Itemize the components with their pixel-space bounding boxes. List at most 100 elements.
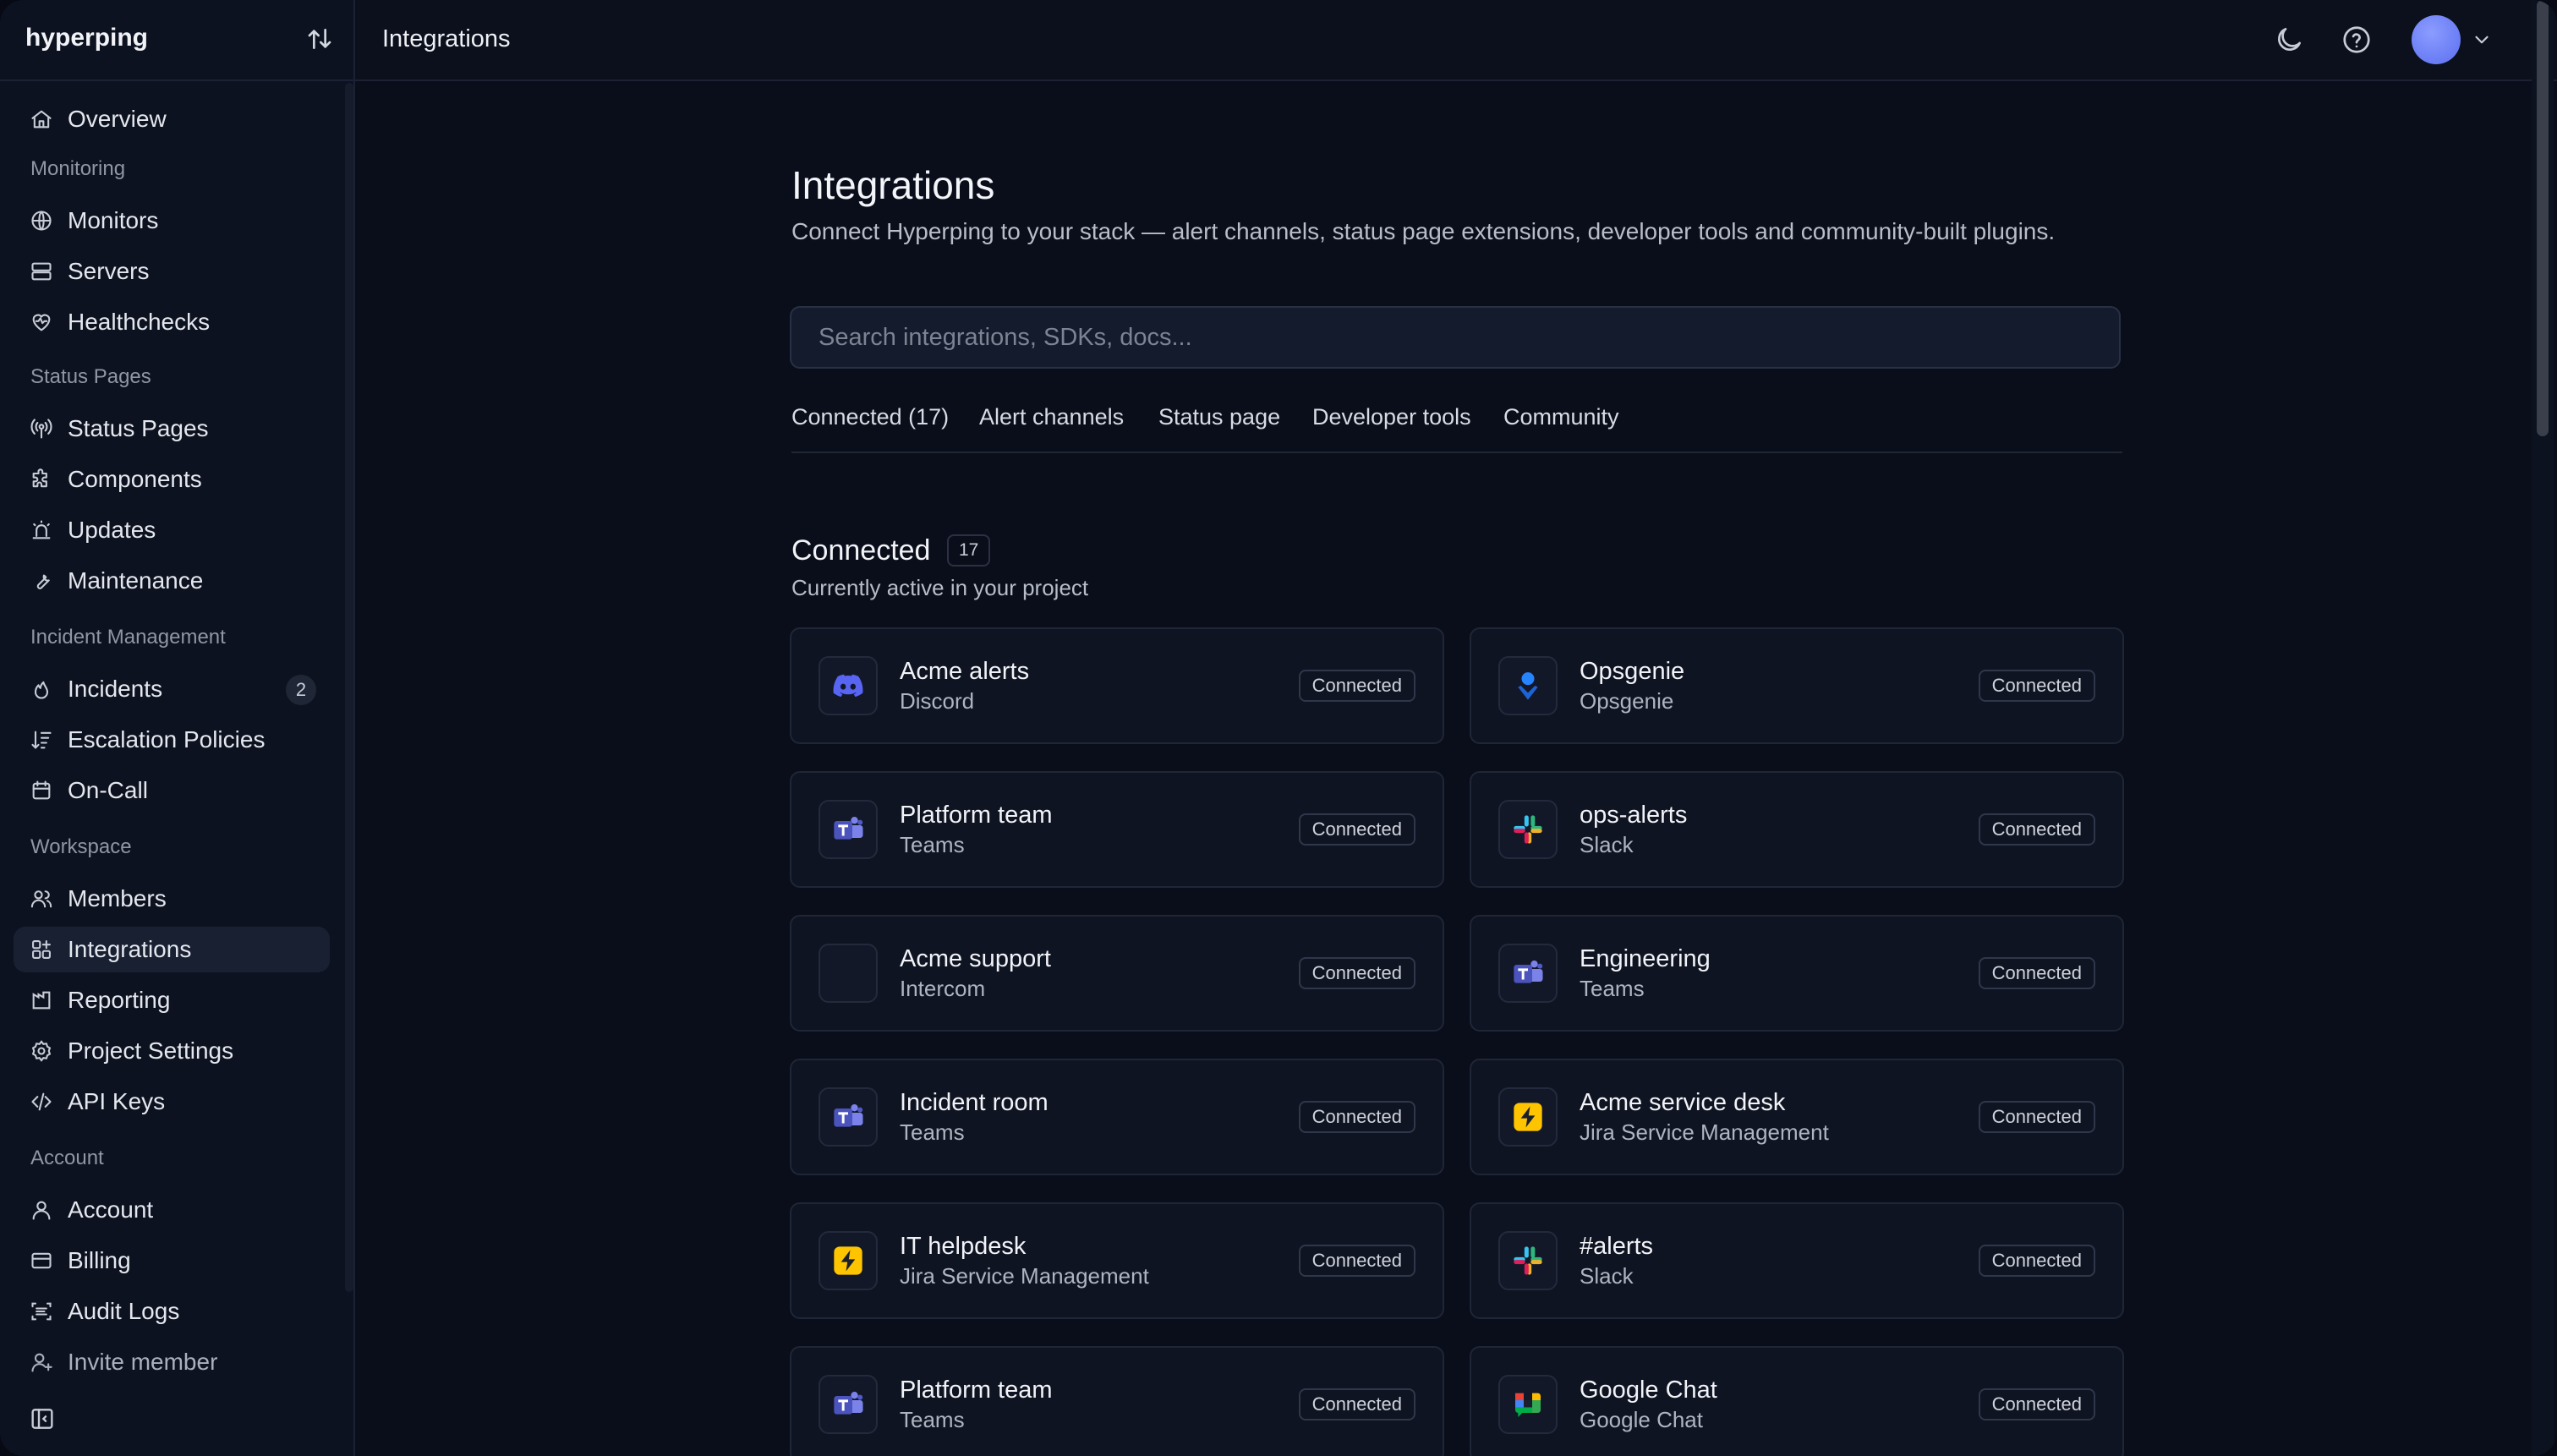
integration-service: Teams xyxy=(900,832,965,857)
integration-name: Opsgenie xyxy=(1580,658,1685,685)
heart-pulse-icon xyxy=(29,309,54,335)
collapse-sidebar-icon[interactable] xyxy=(29,1405,56,1432)
sidebar-item-audit-logs[interactable]: Audit Logs xyxy=(14,1289,330,1334)
tab-community[interactable]: Community xyxy=(1503,404,1619,430)
sidebar-item-label: Members xyxy=(68,885,167,911)
tab-connected[interactable]: Connected (17) xyxy=(791,404,949,430)
discord-icon xyxy=(819,656,878,715)
integration-service: Slack xyxy=(1580,832,1634,857)
sidebar-item-label: Account xyxy=(68,1196,154,1223)
incidents-count-badge: 2 xyxy=(286,675,316,705)
sidebar-item-label: Integrations xyxy=(68,936,192,962)
integration-name: ops-alerts xyxy=(1580,802,1688,829)
section-count-badge: 17 xyxy=(947,534,991,567)
user-plus-icon xyxy=(29,1349,54,1375)
sidebar-item-label: API Keys xyxy=(68,1088,166,1114)
chart-icon xyxy=(29,988,54,1013)
avatar[interactable] xyxy=(2412,15,2461,64)
integration-service: Google Chat xyxy=(1580,1407,1703,1432)
integration-name: Incident room xyxy=(900,1089,1049,1116)
status-badge: Connected xyxy=(1978,813,2095,846)
integration-service: Teams xyxy=(1580,976,1645,1001)
sidebar-item-integrations[interactable]: Integrations xyxy=(14,927,330,972)
status-badge: Connected xyxy=(1978,957,2095,989)
sidebar-item-healthchecks[interactable]: Healthchecks xyxy=(14,299,330,345)
sidebar-item-escalation-policies[interactable]: Escalation Policies xyxy=(14,717,330,763)
sidebar-item-billing[interactable]: Billing xyxy=(14,1238,330,1284)
integration-card[interactable]: Incident room Teams Connected xyxy=(790,1059,1444,1175)
home-icon xyxy=(29,107,54,132)
integration-card[interactable]: Platform team Teams Connected xyxy=(790,771,1444,888)
sidebar-item-invite-member[interactable]: Invite member xyxy=(14,1339,330,1385)
sort-descending-icon xyxy=(29,727,54,753)
help-icon[interactable] xyxy=(2341,24,2373,56)
tab-developer-tools[interactable]: Developer tools xyxy=(1312,404,1471,430)
slack-icon xyxy=(1498,800,1558,859)
sidebar-item-label: Escalation Policies xyxy=(68,726,266,753)
scan-text-icon xyxy=(29,1299,54,1324)
sidebar-item-incidents[interactable]: Incidents 2 xyxy=(14,666,330,712)
status-badge: Connected xyxy=(1978,1388,2095,1420)
sidebar-item-components[interactable]: Components xyxy=(14,457,330,502)
integration-name: Acme support xyxy=(900,945,1051,972)
sidebar-item-members[interactable]: Members xyxy=(14,876,330,922)
sidebar-item-updates[interactable]: Updates xyxy=(14,507,330,553)
page-title: Integrations xyxy=(791,163,995,207)
theme-toggle-icon[interactable] xyxy=(2273,24,2305,56)
intercom-icon xyxy=(819,944,878,1003)
tab-status-page[interactable]: Status page xyxy=(1158,404,1280,430)
sidebar-item-project-settings[interactable]: Project Settings xyxy=(14,1028,330,1074)
brand-name[interactable]: hyperping xyxy=(25,24,148,52)
sidebar-item-status-pages[interactable]: Status Pages xyxy=(14,406,330,452)
teams-icon xyxy=(1498,944,1558,1003)
sidebar-item-on-call[interactable]: On-Call xyxy=(14,768,330,813)
integration-name: #alerts xyxy=(1580,1233,1654,1260)
page-breadcrumb: Integrations xyxy=(382,25,511,52)
integration-service: Jira Service Management xyxy=(900,1263,1149,1289)
sidebar-item-api-keys[interactable]: API Keys xyxy=(14,1079,330,1125)
sidebar-item-account[interactable]: Account xyxy=(14,1187,330,1233)
integration-card[interactable]: Platform team Teams Connected xyxy=(790,1346,1444,1456)
chevron-down-icon[interactable] xyxy=(2471,29,2493,51)
integration-service: Discord xyxy=(900,688,975,714)
sidebar-item-monitors[interactable]: Monitors xyxy=(14,198,330,244)
search-input[interactable] xyxy=(790,306,2121,369)
status-badge: Connected xyxy=(1298,1388,1415,1420)
sidebar-item-overview[interactable]: Overview xyxy=(14,96,330,142)
integration-card[interactable]: IT helpdesk Jira Service Management Conn… xyxy=(790,1202,1444,1319)
flame-icon xyxy=(29,676,54,702)
integration-card[interactable]: Acme service desk Jira Service Managemen… xyxy=(1470,1059,2124,1175)
users-icon xyxy=(29,886,54,911)
sidebar-item-servers[interactable]: Servers xyxy=(14,249,330,294)
sidebar-item-maintenance[interactable]: Maintenance xyxy=(14,558,330,604)
sidebar-header: hyperping xyxy=(0,0,353,81)
sidebar-item-reporting[interactable]: Reporting xyxy=(14,977,330,1023)
sidebar-item-label: Components xyxy=(68,466,202,492)
puzzle-icon xyxy=(29,467,54,492)
sidebar-scrollbar[interactable] xyxy=(345,83,353,1292)
switch-project-icon[interactable] xyxy=(306,25,333,52)
integration-name: Platform team xyxy=(900,802,1053,829)
integration-card[interactable]: Opsgenie Opsgenie Connected xyxy=(1470,627,2124,744)
integration-name: IT helpdesk xyxy=(900,1233,1027,1260)
integration-card[interactable]: ops-alerts Slack Connected xyxy=(1470,771,2124,888)
integration-card[interactable]: Acme alerts Discord Connected xyxy=(790,627,1444,744)
status-badge: Connected xyxy=(1978,670,2095,702)
category-tabs: Connected (17) Alert channels Status pag… xyxy=(791,401,2122,453)
integration-card[interactable]: Google Chat Google Chat Connected xyxy=(1470,1346,2124,1456)
integration-name: Platform team xyxy=(900,1377,1053,1404)
page-scrollbar-thumb[interactable] xyxy=(2537,0,2549,436)
status-badge: Connected xyxy=(1298,670,1415,702)
status-badge: Connected xyxy=(1978,1245,2095,1277)
section-label-status-pages: Status Pages xyxy=(30,365,151,388)
integration-card[interactable]: #alerts Slack Connected xyxy=(1470,1202,2124,1319)
integration-service: Teams xyxy=(900,1407,965,1432)
integration-card[interactable]: Engineering Teams Connected xyxy=(1470,915,2124,1032)
status-badge: Connected xyxy=(1298,957,1415,989)
broadcast-icon xyxy=(29,416,54,441)
slack-icon xyxy=(1498,1231,1558,1290)
tab-alert-channels[interactable]: Alert channels xyxy=(979,404,1124,430)
sidebar-item-label: Incidents xyxy=(68,676,163,702)
integration-card[interactable]: Acme support Intercom Connected xyxy=(790,915,1444,1032)
integration-name: Acme alerts xyxy=(900,658,1030,685)
